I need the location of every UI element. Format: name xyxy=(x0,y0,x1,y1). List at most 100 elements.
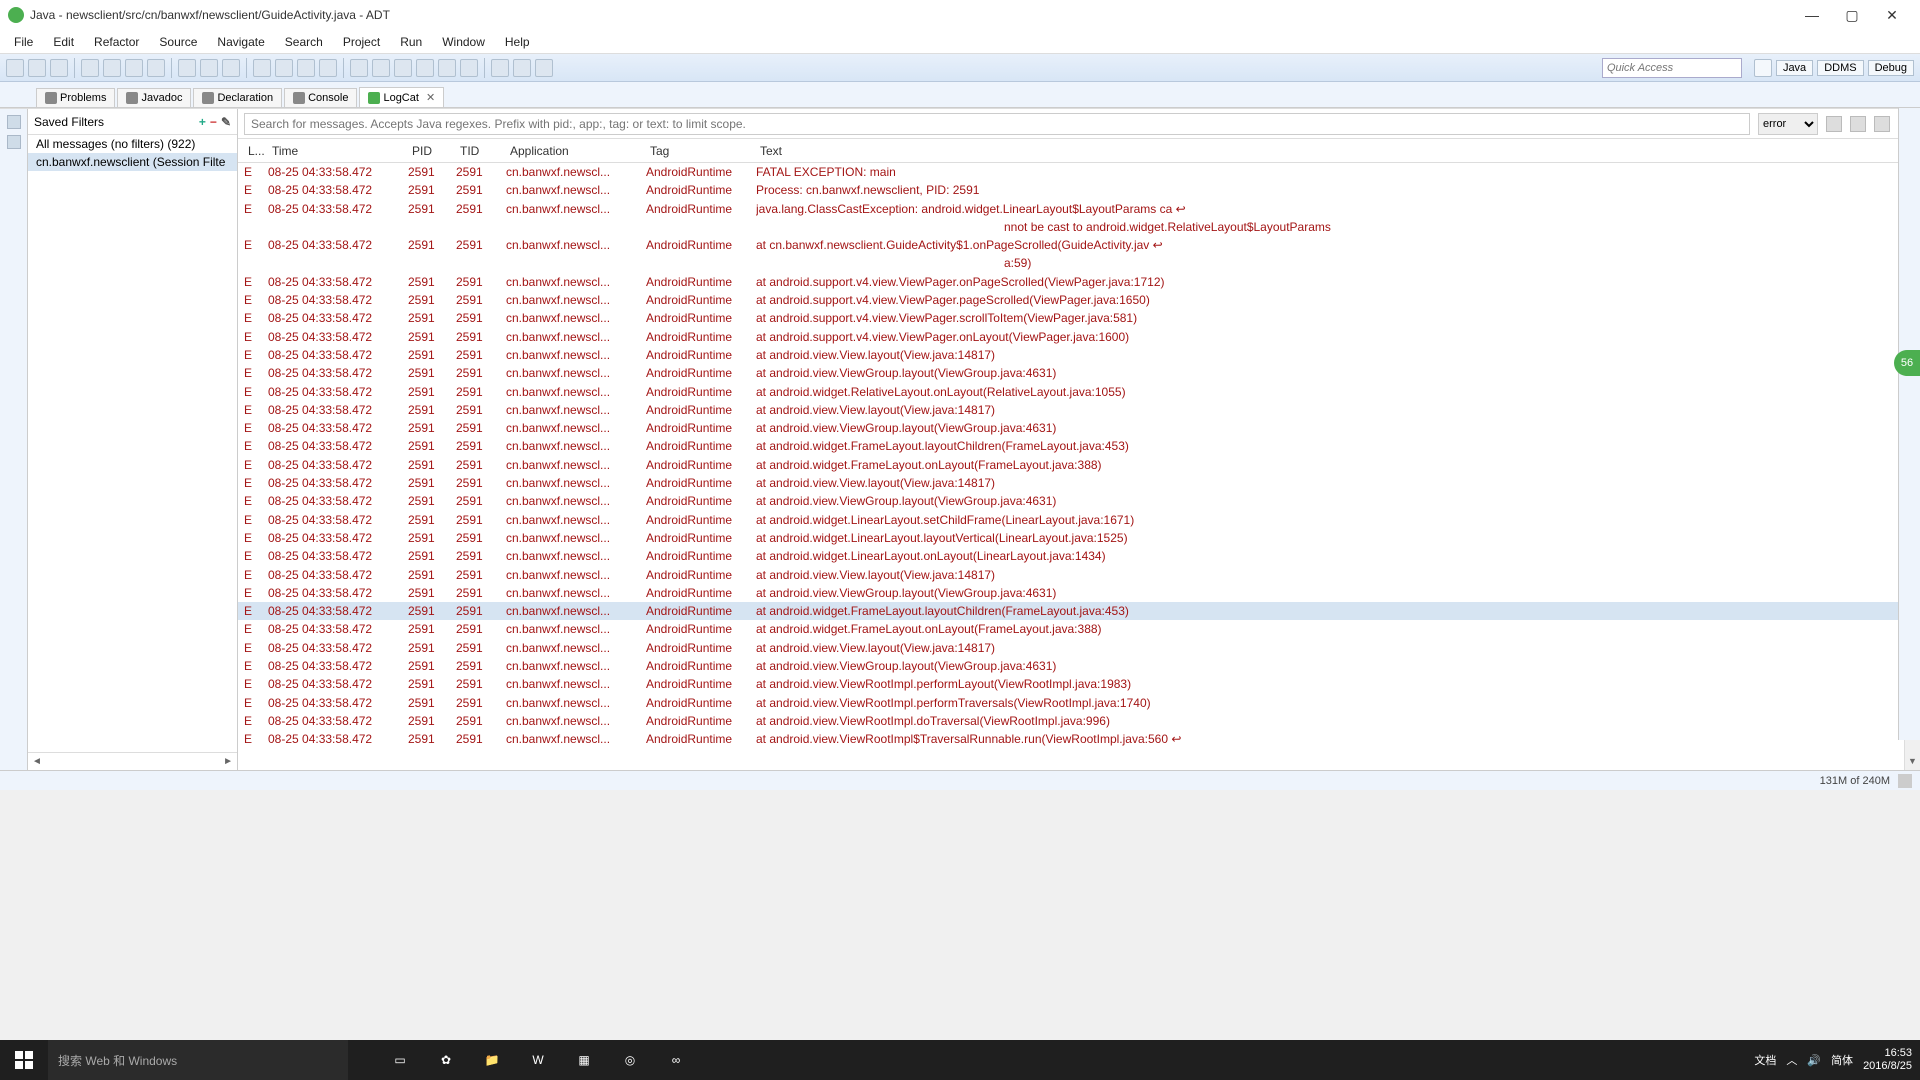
taskbar-app-icon[interactable]: ▦ xyxy=(562,1040,606,1080)
quick-access-input[interactable] xyxy=(1602,58,1742,78)
edit-filter-button[interactable]: ✎ xyxy=(221,115,231,129)
log-level-select[interactable]: error xyxy=(1758,113,1818,135)
log-row[interactable]: E08-25 04:33:58.47225912591cn.banwxf.new… xyxy=(238,547,1920,565)
log-row[interactable]: E08-25 04:33:58.47225912591cn.banwxf.new… xyxy=(238,675,1920,693)
log-row[interactable]: E08-25 04:33:58.47225912591cn.banwxf.new… xyxy=(238,364,1920,382)
toolbar-button[interactable] xyxy=(416,59,434,77)
filter-item[interactable]: cn.banwxf.newsclient (Session Filte xyxy=(28,153,237,171)
tab-javadoc[interactable]: Javadoc xyxy=(117,88,191,107)
toolbar-button[interactable] xyxy=(103,59,121,77)
toolbar-button[interactable] xyxy=(6,59,24,77)
toolbar-button[interactable] xyxy=(350,59,368,77)
toolbar-button[interactable] xyxy=(200,59,218,77)
toolbar-button[interactable] xyxy=(81,59,99,77)
word-icon[interactable]: W xyxy=(516,1040,560,1080)
toolbar-button[interactable] xyxy=(491,59,509,77)
taskbar-search[interactable]: 搜索 Web 和 Windows xyxy=(48,1040,348,1080)
menu-run[interactable]: Run xyxy=(390,35,432,49)
gutter-button[interactable] xyxy=(7,135,21,149)
menu-help[interactable]: Help xyxy=(495,35,540,49)
toolbar-button[interactable] xyxy=(275,59,293,77)
tab-console[interactable]: Console xyxy=(284,88,357,107)
taskbar-app-icon[interactable]: ✿ xyxy=(424,1040,468,1080)
col-tid[interactable]: TID xyxy=(456,144,506,158)
perspective-java[interactable]: Java xyxy=(1776,60,1813,76)
menu-refactor[interactable]: Refactor xyxy=(84,35,149,49)
tab-problems[interactable]: Problems xyxy=(36,88,115,107)
toolbar-button[interactable] xyxy=(513,59,531,77)
minimize-button[interactable]: — xyxy=(1792,7,1832,23)
log-row[interactable]: a:59) xyxy=(238,254,1920,272)
log-row[interactable]: E08-25 04:33:58.47225912591cn.banwxf.new… xyxy=(238,529,1920,547)
toolbar-button[interactable] xyxy=(253,59,271,77)
log-row[interactable]: E08-25 04:33:58.47225912591cn.banwxf.new… xyxy=(238,346,1920,364)
filter-item[interactable]: All messages (no filters) (922) xyxy=(28,135,237,153)
log-row[interactable]: E08-25 04:33:58.47225912591cn.banwxf.new… xyxy=(238,456,1920,474)
file-explorer-icon[interactable]: 📁 xyxy=(470,1040,514,1080)
toolbar-button[interactable] xyxy=(50,59,68,77)
menu-edit[interactable]: Edit xyxy=(43,35,84,49)
toolbar-button[interactable] xyxy=(460,59,478,77)
col-text[interactable]: Text xyxy=(756,144,1920,158)
toolbar-button[interactable] xyxy=(372,59,390,77)
tab-declaration[interactable]: Declaration xyxy=(193,88,282,107)
log-row[interactable]: E08-25 04:33:58.47225912591cn.banwxf.new… xyxy=(238,236,1920,254)
perspective-debug[interactable]: Debug xyxy=(1868,60,1914,76)
log-row[interactable]: E08-25 04:33:58.47225912591cn.banwxf.new… xyxy=(238,620,1920,638)
log-row[interactable]: E08-25 04:33:58.47225912591cn.banwxf.new… xyxy=(238,291,1920,309)
toolbar-button[interactable] xyxy=(319,59,337,77)
col-tag[interactable]: Tag xyxy=(646,144,756,158)
start-button[interactable] xyxy=(0,1040,48,1080)
log-row[interactable]: E08-25 04:33:58.47225912591cn.banwxf.new… xyxy=(238,328,1920,346)
toolbar-button[interactable] xyxy=(297,59,315,77)
log-row[interactable]: E08-25 04:33:58.47225912591cn.banwxf.new… xyxy=(238,181,1920,199)
log-row[interactable]: E08-25 04:33:58.47225912591cn.banwxf.new… xyxy=(238,712,1920,730)
tray-chevron-icon[interactable]: ︿ xyxy=(1786,1052,1797,1068)
menu-search[interactable]: Search xyxy=(275,35,333,49)
log-row[interactable]: E08-25 04:33:58.47225912591cn.banwxf.new… xyxy=(238,309,1920,327)
col-application[interactable]: Application xyxy=(506,144,646,158)
gutter-button[interactable] xyxy=(7,115,21,129)
log-row[interactable]: E08-25 04:33:58.47225912591cn.banwxf.new… xyxy=(238,273,1920,291)
log-row[interactable]: nnot be cast to android.widget.RelativeL… xyxy=(238,218,1920,236)
remove-filter-button[interactable]: − xyxy=(210,115,217,129)
log-row[interactable]: E08-25 04:33:58.47225912591cn.banwxf.new… xyxy=(238,163,1920,181)
log-row[interactable]: E08-25 04:33:58.47225912591cn.banwxf.new… xyxy=(238,383,1920,401)
log-row[interactable]: E08-25 04:33:58.47225912591cn.banwxf.new… xyxy=(238,566,1920,584)
log-row[interactable]: E08-25 04:33:58.47225912591cn.banwxf.new… xyxy=(238,657,1920,675)
add-filter-button[interactable]: + xyxy=(199,115,206,129)
save-log-button[interactable] xyxy=(1826,116,1842,132)
col-pid[interactable]: PID xyxy=(408,144,456,158)
log-row[interactable]: E08-25 04:33:58.47225912591cn.banwxf.new… xyxy=(238,419,1920,437)
perspective-ddms[interactable]: DDMS xyxy=(1817,60,1863,76)
toolbar-button[interactable] xyxy=(125,59,143,77)
log-row[interactable]: E08-25 04:33:58.47225912591cn.banwxf.new… xyxy=(238,474,1920,492)
menu-source[interactable]: Source xyxy=(149,35,207,49)
log-row[interactable]: E08-25 04:33:58.47225912591cn.banwxf.new… xyxy=(238,511,1920,529)
tray-network-icon[interactable]: 🔊 xyxy=(1807,1054,1821,1067)
toolbar-button[interactable] xyxy=(394,59,412,77)
log-row[interactable]: E08-25 04:33:58.47225912591cn.banwxf.new… xyxy=(238,602,1920,620)
maximize-button[interactable]: ▢ xyxy=(1832,7,1872,24)
tray-ime[interactable]: 简体 xyxy=(1831,1052,1853,1068)
tab-logcat[interactable]: LogCat✕ xyxy=(359,87,444,107)
tray-clock[interactable]: 16:53 2016/8/25 xyxy=(1863,1047,1912,1073)
log-row[interactable]: E08-25 04:33:58.47225912591cn.banwxf.new… xyxy=(238,584,1920,602)
scroll-down-icon[interactable]: ▼ xyxy=(1905,756,1920,770)
taskbar-app-icon[interactable]: ∞ xyxy=(654,1040,698,1080)
log-row[interactable]: E08-25 04:33:58.47225912591cn.banwxf.new… xyxy=(238,639,1920,657)
task-view-icon[interactable]: ▭ xyxy=(378,1040,422,1080)
toolbar-button[interactable] xyxy=(222,59,240,77)
clear-log-button[interactable] xyxy=(1850,116,1866,132)
toolbar-button[interactable] xyxy=(438,59,456,77)
close-button[interactable]: ✕ xyxy=(1872,7,1912,24)
float-badge[interactable]: 56 xyxy=(1894,350,1920,376)
menu-navigate[interactable]: Navigate xyxy=(207,35,274,49)
eclipse-icon[interactable]: ◎ xyxy=(608,1040,652,1080)
toolbar-button[interactable] xyxy=(147,59,165,77)
tray-doc[interactable]: 文档 xyxy=(1754,1052,1776,1068)
toolbar-button[interactable] xyxy=(178,59,196,77)
log-row[interactable]: E08-25 04:33:58.47225912591cn.banwxf.new… xyxy=(238,492,1920,510)
log-row[interactable]: E08-25 04:33:58.47225912591cn.banwxf.new… xyxy=(238,694,1920,712)
menu-file[interactable]: File xyxy=(4,35,43,49)
